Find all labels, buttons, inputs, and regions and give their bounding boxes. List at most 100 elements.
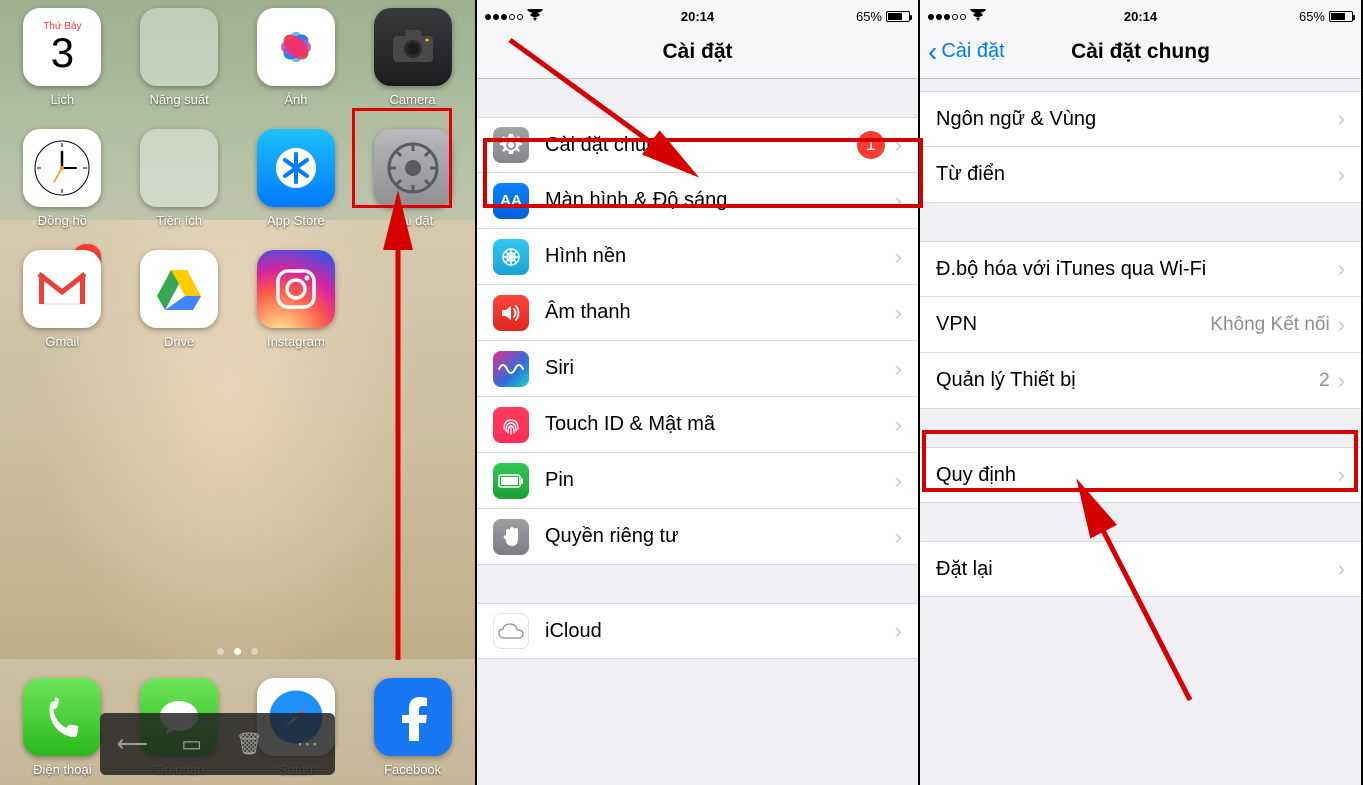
nav-header: ‹ Cài đặt Cài đặt chung [920,25,1361,79]
chevron-left-icon: ‹ [928,36,937,68]
back-label: Cài đặt [941,40,1004,63]
app-label: App Store [267,213,325,228]
row-label: Siri [545,357,895,380]
battery-percent: 65% [1299,9,1325,24]
app-productivity-folder[interactable]: Năng suất [135,8,224,107]
trash-icon[interactable]: 🗑 [235,731,263,757]
chevron-right-icon: › [895,524,902,550]
row-sounds[interactable]: Âm thanh › [477,285,918,341]
display-icon: AA [493,183,529,219]
battery-indicator: 65% [1299,9,1353,24]
folder-icon [140,8,218,86]
app-gmail[interactable]: 47 Gmail [18,250,107,349]
general-table[interactable]: Ngôn ngữ & Vùng › Từ điển › Đ.bộ hóa với… [920,79,1361,785]
row-detail: 2 [1319,370,1330,392]
back-icon[interactable]: ⟵ [117,731,149,757]
app-camera[interactable]: Camera [368,8,457,107]
row-label: VPN [936,313,1210,336]
app-label: Drive [164,334,194,349]
pager-dot [217,648,224,655]
row-dictionary[interactable]: Từ điển › [920,147,1361,203]
chevron-right-icon: › [895,412,902,438]
app-label: Ảnh [284,92,307,107]
chevron-right-icon: › [895,468,902,494]
fingerprint-icon [493,407,529,443]
row-itunes-wifi-sync[interactable]: Đ.bộ hóa với iTunes qua Wi-Fi › [920,241,1361,297]
app-photos[interactable]: Ảnh [252,8,341,107]
back-button[interactable]: ‹ Cài đặt [928,36,1005,68]
row-general[interactable]: Cài đặt chung 1 › [477,117,918,173]
calendar-daynum: 3 [51,32,74,74]
undo-overlay: ⟵ ▭ 🗑 ⋯ [100,713,335,775]
battery-icon [1329,11,1353,22]
app-drive[interactable]: Drive [135,250,224,349]
row-label: Màn hình & Độ sáng [545,189,895,212]
page-title: Cài đặt [662,40,732,64]
row-label: Pin [545,469,895,492]
battery-icon [886,11,910,22]
app-label: Đồng hồ [38,213,87,228]
chevron-right-icon: › [895,356,902,382]
row-vpn[interactable]: VPN Không Kết nối › [920,297,1361,353]
row-label: Đ.bộ hóa với iTunes qua Wi-Fi [936,258,1338,281]
row-device-management[interactable]: Quản lý Thiết bị 2 › [920,353,1361,409]
photos-icon [257,8,335,86]
row-privacy[interactable]: Quyền riêng tư › [477,509,918,565]
row-siri[interactable]: Siri › [477,341,918,397]
settings-screen: 20:14 65% Cài đặt Cài đặt chung 1 › AA M… [475,0,918,785]
app-clock[interactable]: Đồng hồ [18,129,107,228]
tabs-icon[interactable]: ▭ [181,731,202,757]
battery-icon [493,463,529,499]
siri-icon [493,351,529,387]
app-calendar[interactable]: Thứ Bảy 3 Lịch [18,8,107,107]
row-reset[interactable]: Đặt lại › [920,541,1361,597]
home-screen: Thứ Bảy 3 Lịch Năng suất Ảnh [0,0,475,785]
app-label: Lịch [50,92,74,107]
row-battery[interactable]: Pin › [477,453,918,509]
settings-icon [374,129,452,207]
app-facebook[interactable]: Facebook [368,678,457,777]
page-indicator [0,648,475,655]
row-label: Quản lý Thiết bị [936,369,1319,392]
row-language-region[interactable]: Ngôn ngữ & Vùng › [920,91,1361,147]
app-label: Điện thoại [33,762,92,777]
gmail-icon [23,250,101,328]
status-bar: 20:14 65% [920,0,1361,25]
instagram-icon [257,250,335,328]
chevron-right-icon: › [1338,106,1345,132]
row-label: Touch ID & Mật mã [545,413,895,436]
row-display[interactable]: AA Màn hình & Độ sáng › [477,173,918,229]
app-label: Camera [390,92,436,107]
app-label: Cài đặt [392,213,433,228]
chevron-right-icon: › [1338,312,1345,338]
chevron-right-icon: › [895,244,902,270]
row-label: iCloud [545,620,895,643]
more-icon[interactable]: ⋯ [296,731,318,757]
battery-percent: 65% [856,9,882,24]
notification-badge: 1 [857,131,885,159]
signal-indicator [485,9,543,24]
page-title: Cài đặt chung [1071,40,1210,64]
chevron-right-icon: › [1338,256,1345,282]
app-instagram[interactable]: Instagram [252,250,341,349]
appstore-icon [257,129,335,207]
status-bar: 20:14 65% [477,0,918,25]
facebook-icon [374,678,452,756]
row-wallpaper[interactable]: Hình nền › [477,229,918,285]
row-label: Quy định [936,464,1338,487]
phone-icon [23,678,101,756]
row-regulatory[interactable]: Quy định › [920,447,1361,503]
row-touchid[interactable]: Touch ID & Mật mã › [477,397,918,453]
settings-table[interactable]: Cài đặt chung 1 › AA Màn hình & Độ sáng … [477,79,918,785]
row-icloud[interactable]: iCloud › [477,603,918,659]
folder-icon [140,129,218,207]
row-label: Cài đặt chung [545,134,857,157]
app-phone[interactable]: Điện thoại [18,678,107,777]
app-settings[interactable]: Cài đặt [368,129,457,228]
sound-icon [493,295,529,331]
app-label: Facebook [384,762,441,777]
clock-icon [23,129,101,207]
row-label: Ngôn ngữ & Vùng [936,108,1338,131]
app-appstore[interactable]: App Store [252,129,341,228]
app-utilities-folder[interactable]: Tiện ích [135,129,224,228]
